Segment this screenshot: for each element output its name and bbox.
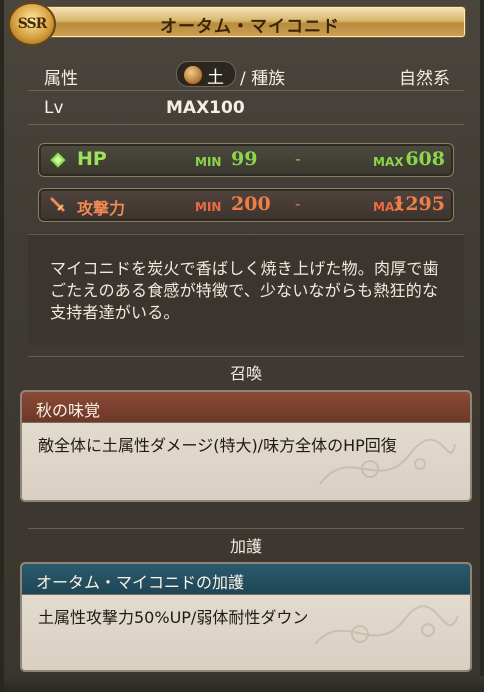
hp-stat-bar: HP MIN 99 - MAX 608 — [38, 143, 454, 177]
description-text: マイコニドを炭火で香ばしく焼き上げた物。肉厚で歯ごたえのある食感が特徴で、少ない… — [50, 259, 439, 322]
attack-separator: - — [295, 195, 301, 213]
hp-diamond-icon — [49, 151, 67, 169]
aura-skill-header: オータム・マイコニドの加護 — [22, 564, 470, 595]
rarity-label: SSR — [17, 16, 48, 32]
attack-min-label: MIN — [195, 200, 222, 214]
summon-section-title: 召喚 — [229, 364, 262, 383]
level-value: MAX100 — [166, 98, 245, 118]
panel-footer — [4, 676, 484, 692]
aura-section-title: 加護 — [229, 537, 262, 556]
earth-element-icon — [183, 65, 203, 85]
summon-skill-card: 秋の味覚 敵全体に土属性ダメージ(特大)/味方全体のHP回復 — [20, 390, 472, 502]
hp-separator: - — [295, 150, 301, 168]
level-row: Lv MAX100 — [28, 92, 464, 125]
title-bar: オータム・マイコニド — [34, 6, 466, 38]
hp-min-value: 99 — [231, 148, 258, 170]
summon-name-title: オータム・マイコニド — [160, 17, 340, 37]
attack-min-value: 200 — [231, 193, 271, 215]
aura-skill-card: オータム・マイコニドの加護 土属性攻撃力50%UP/弱体耐性ダウン — [20, 562, 472, 672]
section-divider — [28, 356, 464, 357]
section-divider — [28, 528, 464, 529]
ornament-pattern — [314, 605, 459, 645]
hp-label: HP — [77, 148, 107, 170]
hp-min-label: MIN — [195, 155, 222, 169]
attribute-label: 属性 — [44, 69, 78, 89]
level-label: Lv — [44, 98, 64, 118]
summon-detail-panel: オータム・マイコニド SSR 属性 土 / 種族 自然系 Lv MAX100 H… — [0, 0, 484, 692]
hp-max-label: MAX — [373, 155, 404, 169]
attack-stat-bar: 攻撃力 MIN 200 - MAX 1295 — [38, 188, 454, 222]
summon-skill-name: 秋の味覚 — [36, 401, 101, 420]
aura-skill-effect: 土属性攻撃力50%UP/弱体耐性ダウン — [38, 608, 309, 627]
ornament-pattern — [319, 438, 456, 485]
attribute-row: 属性 土 / 種族 自然系 — [28, 58, 464, 91]
attribute-value: 土 — [207, 68, 224, 88]
attack-label: 攻撃力 — [77, 199, 126, 218]
hp-max-value: 608 — [405, 148, 445, 170]
attack-max-value: 1295 — [392, 193, 445, 215]
attribute-pill: 土 — [176, 61, 236, 88]
sword-icon — [50, 197, 65, 212]
aura-skill-name: オータム・マイコニドの加護 — [36, 573, 245, 592]
race-value: 自然系 — [399, 69, 450, 89]
summon-skill-header: 秋の味覚 — [22, 392, 470, 423]
race-label: / 種族 — [240, 69, 286, 89]
rarity-badge: SSR — [8, 2, 56, 46]
